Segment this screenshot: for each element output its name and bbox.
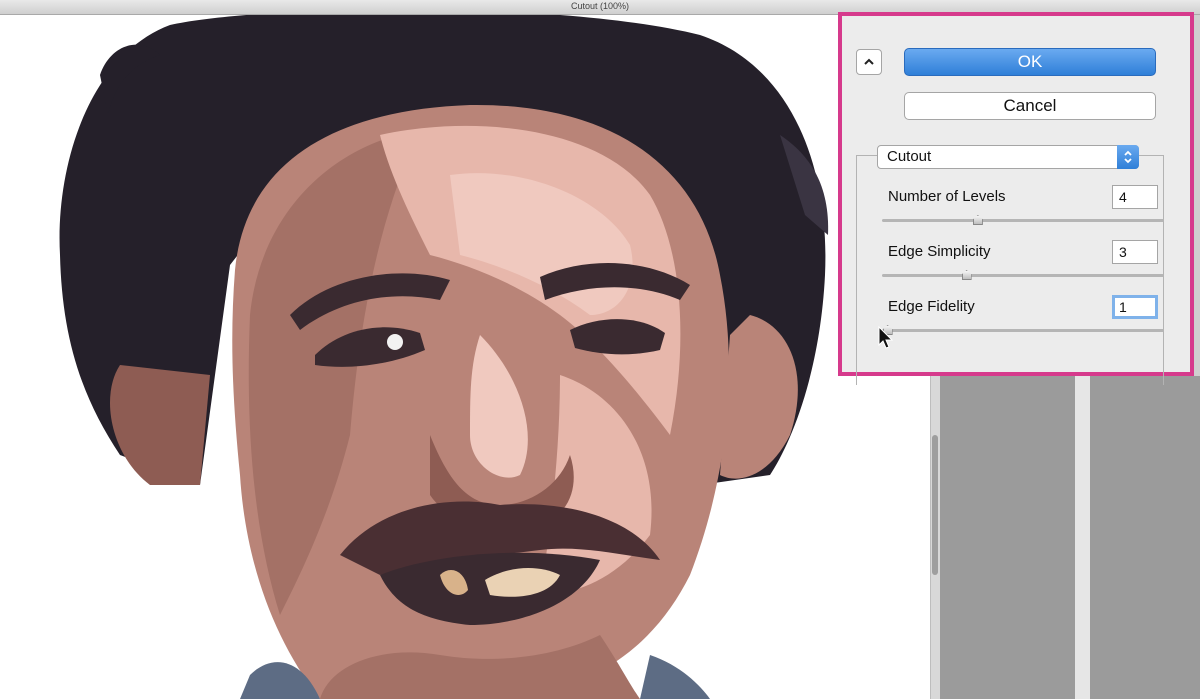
edge-simplicity-label: Edge Simplicity	[888, 243, 991, 260]
mouse-pointer-icon	[878, 326, 894, 349]
cutout-portrait-image	[0, 15, 930, 699]
ok-button[interactable]: OK	[904, 48, 1156, 76]
number-of-levels-field[interactable]: 4	[1112, 185, 1158, 209]
filter-gallery-panel	[940, 376, 1075, 699]
number-of-levels-slider[interactable]	[882, 215, 1164, 225]
filter-select[interactable]: Cutout	[877, 145, 1139, 169]
filter-select-value: Cutout	[887, 148, 932, 165]
edge-simplicity-field[interactable]: 3	[1112, 240, 1158, 264]
select-arrow[interactable]	[1117, 145, 1139, 169]
panel-divider	[1075, 376, 1090, 699]
edge-fidelity-slider[interactable]	[882, 325, 1164, 335]
up-down-chevron-icon	[1124, 150, 1132, 164]
filter-preview[interactable]	[0, 15, 930, 699]
cutout-filter-dialog: OK Cancel Cutout Number of Levels 4 Edge…	[838, 12, 1194, 385]
filter-options-panel	[1090, 376, 1200, 699]
cancel-button[interactable]: Cancel	[904, 92, 1156, 120]
scrollbar-thumb[interactable]	[932, 435, 938, 575]
edge-fidelity-label: Edge Fidelity	[888, 298, 975, 315]
window-title: Cutout (100%)	[570, 1, 630, 11]
edge-simplicity-slider[interactable]	[882, 270, 1164, 280]
number-of-levels-label: Number of Levels	[888, 188, 1006, 205]
chevron-up-icon	[864, 58, 874, 65]
collapse-button[interactable]	[856, 49, 882, 75]
edge-fidelity-field[interactable]: 1	[1112, 295, 1158, 319]
